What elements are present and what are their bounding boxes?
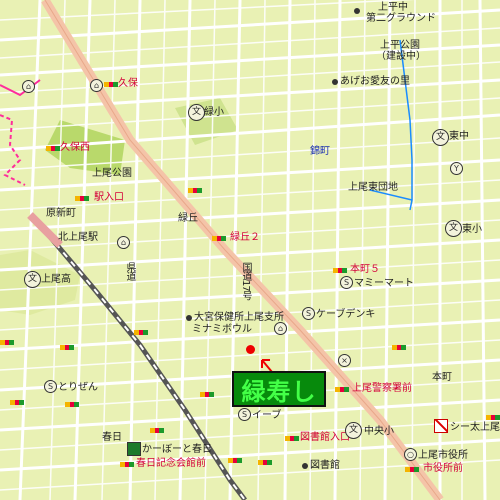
place-harashinmachi: 原新町 [46, 208, 76, 219]
shrine-icon: ⌂ [90, 79, 103, 92]
school-icon: 文 [188, 104, 205, 121]
bus-stop-marker[interactable] [150, 428, 165, 433]
place-midori-sho: 緑小 [204, 107, 224, 118]
crossing-icon: Y [450, 162, 463, 175]
point-icon [354, 8, 360, 14]
place-ageo-higashi-danchi: 上尾東団地 [348, 182, 398, 193]
place-ageo-park: 上尾公園 [92, 168, 132, 179]
bus-stop-kubo: 久保 [118, 78, 138, 89]
place-honmachi: 本町 [432, 372, 452, 383]
place-kamidaira-ground: 第二グラウンド [366, 13, 436, 24]
bus-stop-marker[interactable] [335, 387, 350, 392]
place-library: 図書館 [310, 460, 340, 471]
shrine-icon: ⌂ [22, 80, 35, 93]
school-icon: 文 [432, 129, 449, 146]
bus-stop-marker[interactable] [212, 236, 227, 241]
shrine-icon: ⌂ [274, 322, 287, 335]
place-cable-denki: ケーブデンキ [316, 309, 376, 320]
bus-stop-marker[interactable] [120, 462, 135, 467]
bus-stop-marker[interactable] [333, 268, 348, 273]
school-icon: 文 [345, 422, 362, 439]
place-kasuga: 春日 [102, 432, 122, 443]
place-ageo-city-hall: 上尾市役所 [418, 450, 468, 461]
place-mammy-mart: マミーマート [354, 278, 414, 289]
school-icon: 文 [445, 220, 462, 237]
shrine-icon: ⌂ [117, 236, 130, 249]
point-icon [332, 79, 338, 85]
bus-stop-kasuga: 春日記念会館前 [136, 458, 206, 469]
bus-stop-kubonishi: 久保西 [60, 142, 90, 153]
place-higashi-chu: 東中 [449, 131, 469, 142]
place-ageo-high: 上尾高 [41, 274, 71, 285]
place-chuo-sho: 中央小 [364, 426, 394, 437]
bus-stop-marker[interactable] [65, 402, 80, 407]
place-route17: 国道17号 [240, 262, 251, 300]
crossing-icon: × [338, 354, 351, 367]
place-eve: イーブ [252, 410, 282, 421]
bus-stop-marker[interactable] [60, 345, 75, 350]
bus-stop-honmachi5: 本町５ [350, 264, 380, 275]
place-kamidaira-park-note: （建設中） [376, 51, 426, 62]
target-location-marker[interactable] [246, 345, 255, 354]
store-icon: S [302, 307, 315, 320]
place-carport-kasuga: かーぼーと春日 [142, 444, 212, 455]
place-kamidaira-park: 上平公園 [380, 40, 420, 51]
bus-stop-marker[interactable] [46, 146, 61, 151]
bus-stop-marker[interactable] [486, 415, 500, 420]
bus-stop-marker[interactable] [188, 188, 203, 193]
place-minami-bowl: ミナミボウル [192, 324, 252, 335]
place-health-center: 大宮保健所上尾支所 [194, 312, 284, 323]
bus-stop-marker[interactable] [405, 467, 420, 472]
school-icon: 文 [24, 271, 41, 288]
bus-stop-marker[interactable] [134, 330, 149, 335]
bus-stop-marker[interactable] [258, 460, 273, 465]
place-east-small: 東小 [462, 224, 482, 235]
bus-stop-marker[interactable] [392, 345, 407, 350]
place-torizen: とりぜん [58, 382, 98, 393]
map-base-layer [0, 0, 500, 500]
city-hall-icon: ○ [404, 448, 417, 461]
river [399, 39, 413, 211]
place-midorigaoka: 緑丘 [178, 213, 198, 224]
bus-stop-marker[interactable] [10, 400, 25, 405]
station-platform [27, 212, 63, 248]
place-kamidaira-chu: 上平中 [378, 2, 408, 13]
bus-stop-keisatsusho: 上尾警察署前 [352, 383, 412, 394]
bus-stop-marker[interactable] [0, 340, 15, 345]
place-kitaageo-station: 北上尾駅 [58, 232, 98, 243]
bus-stop-marker[interactable] [104, 82, 119, 87]
place-police: シー太上尾 [450, 422, 500, 433]
target-location-name: 緑寿し [241, 377, 317, 406]
kasuga-stop-icon [127, 442, 141, 456]
place-prefectural-road: 県道 [124, 262, 135, 280]
target-location-label[interactable]: 緑寿し [232, 371, 326, 407]
store-icon: S [238, 408, 251, 421]
bus-stop-marker[interactable] [75, 196, 90, 201]
point-icon [302, 463, 308, 469]
bus-stop-marker[interactable] [228, 458, 243, 463]
store-icon: S [340, 276, 353, 289]
map-canvas[interactable]: 久保 久保西 駅入口 緑丘２ 本町５ 上尾警察署前 図書館入口 春日記念会館前 … [0, 0, 500, 500]
bus-stop-midorigaoka2: 緑丘２ [230, 232, 260, 243]
place-akebono: あげお愛友の里 [340, 76, 410, 87]
store-icon: S [44, 380, 57, 393]
bus-stop-marker[interactable] [285, 436, 300, 441]
bus-stop-ekiiriguchi: 駅入口 [94, 192, 124, 203]
bus-stop-shiyakusho: 市役所前 [423, 463, 463, 474]
place-nishiki-cho: 錦町 [310, 146, 330, 157]
point-icon [186, 315, 192, 321]
bus-stop-toshokan: 図書館入口 [300, 432, 350, 443]
bus-stop-marker[interactable] [200, 392, 215, 397]
police-icon [434, 419, 448, 433]
